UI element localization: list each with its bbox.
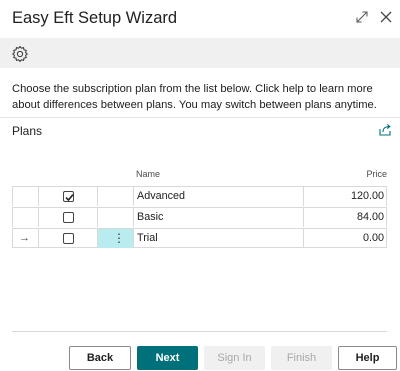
instructions-text: Choose the subscription plan from the li… bbox=[12, 83, 377, 111]
finish-button[interactable]: Finish bbox=[271, 346, 332, 370]
checkmark-icon bbox=[65, 194, 74, 202]
plan-name[interactable]: Advanced bbox=[134, 187, 304, 206]
row-indicator-cell bbox=[12, 208, 39, 227]
plans-title: Plans bbox=[12, 124, 43, 138]
row-actions-menu-icon[interactable]: ⋮ bbox=[113, 231, 125, 245]
window-title: Easy Eft Setup Wizard bbox=[12, 9, 178, 27]
share-icon[interactable] bbox=[378, 123, 392, 137]
checkbox-cell bbox=[39, 208, 98, 227]
action-toolbar bbox=[0, 38, 400, 68]
plan-price[interactable]: 0.00 bbox=[304, 229, 387, 248]
table-row[interactable]: Basic 84.00 bbox=[12, 207, 387, 227]
back-button[interactable]: Back bbox=[69, 346, 131, 370]
table-row[interactable]: Advanced 120.00 bbox=[12, 186, 387, 206]
plan-price[interactable]: 84.00 bbox=[304, 208, 387, 227]
plan-price[interactable]: 120.00 bbox=[304, 187, 387, 206]
checkbox-cell bbox=[39, 229, 98, 248]
plan-checkbox[interactable] bbox=[63, 233, 74, 244]
plans-grid: Name Price Advanced 120.00 Basic 84.00 → bbox=[12, 166, 387, 332]
title-bar: Easy Eft Setup Wizard bbox=[0, 0, 400, 38]
expand-icon[interactable] bbox=[351, 6, 373, 28]
row-indicator-cell bbox=[12, 187, 39, 206]
next-button[interactable]: Next bbox=[137, 346, 198, 370]
column-header-price[interactable]: Price bbox=[366, 169, 387, 179]
row-menu-cell bbox=[98, 208, 134, 227]
column-header-name[interactable]: Name bbox=[136, 169, 160, 179]
plan-checkbox[interactable] bbox=[63, 191, 74, 202]
plan-name[interactable]: Trial bbox=[134, 229, 304, 248]
checkbox-cell bbox=[39, 187, 98, 206]
table-row[interactable]: → ⋮ Trial 0.00 bbox=[12, 228, 387, 248]
gear-icon[interactable] bbox=[10, 44, 30, 64]
current-row-arrow-icon: → bbox=[19, 232, 30, 244]
close-icon[interactable] bbox=[375, 6, 397, 28]
plans-section-header bbox=[0, 117, 400, 145]
help-button[interactable]: Help bbox=[338, 346, 397, 370]
row-menu-cell bbox=[98, 187, 134, 206]
plan-name[interactable]: Basic bbox=[134, 208, 304, 227]
row-indicator-cell: → bbox=[12, 229, 39, 248]
sign-in-button[interactable]: Sign In bbox=[204, 346, 265, 370]
row-menu-cell: ⋮ bbox=[98, 229, 134, 248]
plan-checkbox[interactable] bbox=[63, 212, 74, 223]
